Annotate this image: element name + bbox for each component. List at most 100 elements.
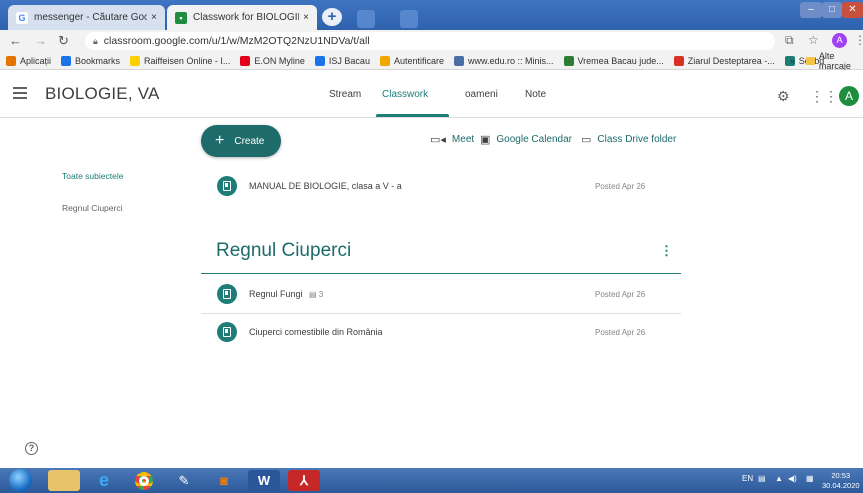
classroom-header: BIOLOGIE, VA Stream Classwork oameni Not… bbox=[0, 70, 863, 118]
classwork-item[interactable]: MANUAL DE BIOLOGIE, clasa a V - a Posted… bbox=[201, 171, 681, 201]
more-options-icon[interactable]: ⋮ bbox=[660, 243, 673, 259]
tab-grades[interactable]: Note bbox=[525, 89, 546, 100]
calendar-icon: ▣ bbox=[480, 134, 491, 146]
tab-stream[interactable]: Stream bbox=[329, 89, 361, 100]
item-title: Ciuperci comestibile din România bbox=[249, 327, 383, 337]
classwork-item[interactable]: Regnul Fungi ▤ 3 Posted Apr 26 bbox=[201, 279, 681, 309]
newspaper-icon bbox=[673, 55, 684, 66]
bookmarks-overflow-button[interactable]: » bbox=[790, 52, 795, 70]
start-button[interactable] bbox=[9, 469, 32, 492]
row-divider bbox=[201, 313, 681, 314]
address-bar-row: ← → ↻ 🔒︎ classroom.google.com/u/1/w/MzM2… bbox=[0, 30, 863, 52]
url-input[interactable]: 🔒︎ classroom.google.com/u/1/w/MzM2OTQ2Nz… bbox=[85, 32, 775, 50]
class-drive-folder-link[interactable]: ▭ Class Drive folder bbox=[581, 133, 676, 146]
item-posted-date: Posted Apr 26 bbox=[595, 289, 646, 299]
topic-regnul-ciuperci[interactable]: Regnul Ciuperci bbox=[62, 203, 122, 213]
close-tab-icon[interactable]: × bbox=[303, 12, 309, 23]
raiffeisen-icon bbox=[130, 55, 141, 66]
minimize-button[interactable]: – bbox=[800, 2, 822, 18]
back-icon[interactable]: ← bbox=[9, 33, 22, 48]
apps-grid-icon bbox=[6, 55, 16, 66]
tray-expand-icon[interactable]: ▲ bbox=[775, 474, 783, 483]
material-icon bbox=[217, 322, 237, 342]
help-icon[interactable]: ? bbox=[25, 442, 38, 455]
browser-tab-google[interactable]: G messenger - Căutare Google × bbox=[8, 5, 165, 30]
bookmark-item[interactable]: E.ON Myline bbox=[240, 55, 305, 66]
item-title: Regnul Fungi bbox=[249, 289, 303, 299]
item-title: MANUAL DE BIOLOGIE, clasa a V - a bbox=[249, 181, 402, 191]
menu-dots-icon[interactable]: ⋮ bbox=[854, 33, 863, 47]
close-tab-icon[interactable]: × bbox=[151, 12, 157, 23]
bookmark-item[interactable]: www.edu.ro :: Minis... bbox=[453, 55, 554, 66]
new-tab-button[interactable]: + bbox=[322, 8, 342, 26]
browser-tab-bar: G messenger - Căutare Google × ▪ Classwo… bbox=[0, 0, 863, 30]
other-bookmarks[interactable]: Alte marcaje bbox=[806, 51, 863, 71]
comment-count: ▤ 3 bbox=[309, 289, 324, 299]
isj-icon bbox=[314, 55, 325, 66]
bookmark-star-icon[interactable]: ☆ bbox=[808, 33, 819, 47]
profile-avatar[interactable]: A bbox=[832, 33, 847, 48]
browser-tab-classroom[interactable]: ▪ Classwork for BIOLOGIE, VA × bbox=[167, 5, 317, 30]
google-icon: G bbox=[16, 11, 28, 24]
google-calendar-link[interactable]: ▣ Google Calendar bbox=[480, 133, 572, 146]
settings-gear-icon[interactable]: ⚙ bbox=[777, 88, 790, 105]
weather-icon bbox=[563, 55, 574, 66]
video-icon: ▭◂ bbox=[430, 134, 446, 146]
background-window-icon bbox=[357, 10, 375, 28]
url-text: classroom.google.com/u/1/w/MzM2OTQ2NzU1N… bbox=[103, 35, 370, 47]
bookmark-item[interactable]: ISJ Bacau bbox=[314, 55, 370, 66]
user-avatar[interactable]: A bbox=[839, 86, 859, 106]
material-icon bbox=[217, 176, 237, 196]
star-icon bbox=[61, 55, 72, 66]
tab-title: Classwork for BIOLOGIE, VA bbox=[193, 12, 299, 23]
topic-divider bbox=[201, 273, 681, 274]
chrome-icon[interactable] bbox=[128, 470, 160, 491]
bookmark-item[interactable]: Raiffeisen Online - I... bbox=[130, 55, 230, 66]
keyboard-icon[interactable]: ▤ bbox=[758, 474, 766, 483]
acrobat-icon[interactable]: ⅄ bbox=[288, 470, 320, 491]
classwork-item[interactable]: Ciuperci comestibile din România Posted … bbox=[201, 317, 681, 347]
media-player-icon[interactable]: ◙ bbox=[208, 470, 240, 491]
translate-icon[interactable]: ⧉ bbox=[785, 33, 794, 48]
material-icon bbox=[217, 284, 237, 304]
paint-icon[interactable]: ✎ bbox=[168, 470, 200, 491]
topic-all[interactable]: Toate subiectele bbox=[62, 171, 123, 181]
folder-icon: ▭ bbox=[581, 134, 592, 146]
forward-icon[interactable]: → bbox=[34, 33, 47, 48]
volume-icon[interactable]: ◀) bbox=[788, 474, 797, 483]
active-tab-indicator bbox=[376, 114, 449, 117]
maximize-button[interactable]: □ bbox=[822, 2, 842, 18]
bookmark-item[interactable]: Ziarul Desteptarea -... bbox=[673, 55, 775, 66]
windows-taskbar: e ✎ ◙ W ⅄ EN ▤ ▲ ◀) ▦ bbox=[0, 468, 863, 493]
system-clock[interactable]: 20:53 30.04.2020 bbox=[822, 471, 860, 491]
item-posted-date: Posted Apr 26 bbox=[595, 327, 646, 337]
item-posted-date: Posted Apr 26 bbox=[595, 181, 646, 191]
meet-link[interactable]: ▭◂ Meet bbox=[430, 133, 474, 146]
reload-icon[interactable]: ↻ bbox=[58, 33, 69, 49]
main-menu-icon[interactable] bbox=[13, 87, 27, 102]
bookmark-item[interactable]: Bookmarks bbox=[61, 55, 120, 66]
auth-icon bbox=[379, 55, 390, 66]
plus-icon: + bbox=[215, 132, 225, 149]
folder-icon bbox=[806, 57, 815, 65]
close-window-button[interactable]: ✕ bbox=[842, 2, 863, 18]
bookmark-item[interactable]: Autentificare bbox=[379, 55, 444, 66]
internet-explorer-icon[interactable]: e bbox=[88, 470, 120, 491]
tab-classwork[interactable]: Classwork bbox=[382, 89, 428, 100]
edu-icon bbox=[453, 55, 464, 66]
topic-section-title: Regnul Ciuperci bbox=[216, 240, 352, 261]
tab-people[interactable]: oameni bbox=[465, 89, 498, 100]
create-button[interactable]: + Create bbox=[201, 125, 281, 157]
eon-icon bbox=[240, 55, 251, 66]
bookmarks-bar: Aplicații Bookmarks Raiffeisen Online - … bbox=[0, 52, 863, 70]
tab-title: messenger - Căutare Google bbox=[34, 12, 148, 23]
background-window-icon bbox=[400, 10, 418, 28]
network-icon[interactable]: ▦ bbox=[806, 474, 814, 483]
lock-icon: 🔒︎ bbox=[93, 35, 98, 46]
language-indicator[interactable]: EN bbox=[742, 474, 753, 483]
file-explorer-icon[interactable] bbox=[48, 470, 80, 491]
bookmark-item[interactable]: Aplicații bbox=[6, 55, 51, 66]
word-icon[interactable]: W bbox=[248, 470, 280, 491]
bookmark-item[interactable]: Vremea Bacau jude... bbox=[563, 55, 664, 66]
class-title[interactable]: BIOLOGIE, VA bbox=[45, 84, 160, 104]
